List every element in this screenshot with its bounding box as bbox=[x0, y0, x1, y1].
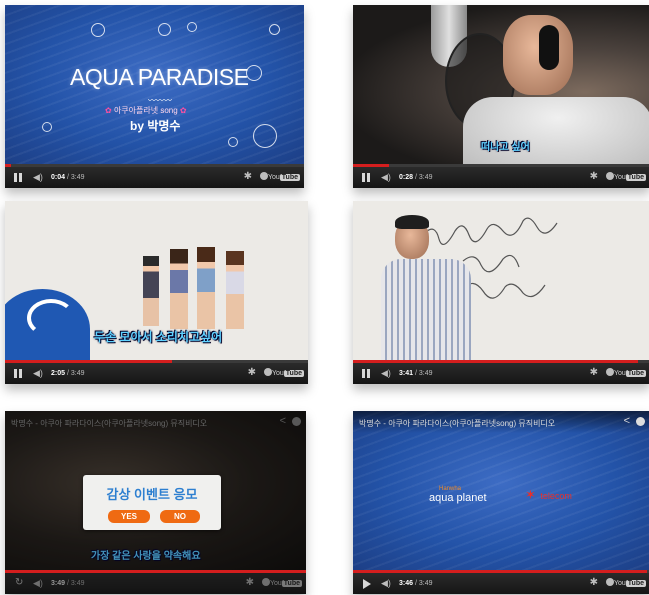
info-icon[interactable] bbox=[606, 368, 614, 376]
replay-icon[interactable]: ↻ bbox=[15, 577, 23, 588]
pause-icon[interactable] bbox=[362, 369, 371, 378]
partner-name: telecom bbox=[540, 491, 572, 501]
bubble bbox=[158, 23, 171, 36]
song-subtitle-text: 아쿠아플라넷 song bbox=[113, 106, 178, 115]
video-panel-1[interactable]: AQUA PARADISE 〰〰〰 ✿ 아쿠아플라넷 song ✿ by 박명수… bbox=[5, 5, 304, 188]
play-icon[interactable] bbox=[363, 579, 371, 589]
dancer bbox=[226, 251, 244, 329]
no-button[interactable]: NO bbox=[160, 510, 200, 523]
gear-icon[interactable]: ✱ bbox=[244, 171, 252, 182]
share-icon[interactable]: < bbox=[624, 415, 630, 427]
dialog-title: 감상 이벤트 응모 bbox=[106, 487, 198, 502]
dancer bbox=[197, 247, 215, 329]
gear-icon[interactable]: ✱ bbox=[248, 367, 256, 378]
singer-hair bbox=[395, 215, 429, 229]
partner-mark-icon: ✶ bbox=[525, 487, 536, 502]
gear-icon[interactable]: ✱ bbox=[246, 577, 254, 588]
volume-icon[interactable]: ◀) bbox=[381, 368, 391, 379]
youtube-logo[interactable]: You Tube bbox=[614, 172, 646, 183]
info-icon[interactable] bbox=[636, 417, 645, 426]
info-icon[interactable] bbox=[260, 172, 268, 180]
info-icon[interactable] bbox=[606, 578, 614, 586]
bubble bbox=[253, 124, 277, 148]
time-display: 3:46 / 3:49 bbox=[399, 580, 433, 587]
video-panel-4[interactable]: ◀) 3:41 / 3:49 ✱ You Tube bbox=[353, 201, 649, 384]
volume-icon[interactable]: ◀) bbox=[381, 172, 391, 183]
video-frame[interactable]: 두손 모아서 소리치고싶어 bbox=[5, 201, 308, 360]
pause-icon[interactable] bbox=[14, 369, 23, 378]
plaid-shirt bbox=[381, 259, 471, 360]
video-title-bar: 박명수 - 아쿠아 파라다이스(아쿠아플라넷song) 뮤직비디오 < bbox=[353, 411, 649, 433]
video-title: 박명수 - 아쿠아 파라다이스(아쿠아플라넷song) 뮤직비디오 bbox=[359, 419, 556, 428]
singer bbox=[503, 15, 573, 95]
video-panel-3[interactable]: 두손 모아서 소리치고싶어 ◀) 2:05 / 3:49 ✱ You Tube bbox=[5, 201, 308, 384]
info-icon[interactable] bbox=[262, 578, 270, 586]
video-panel-5[interactable]: 박명수 - 아쿠아 파라다이스(아쿠아플라넷song) 뮤직비디오 < 감상 이… bbox=[5, 411, 306, 594]
bubble bbox=[91, 23, 105, 37]
video-frame[interactable]: 박명수 - 아쿠아 파라다이스(아쿠아플라넷song) 뮤직비디오 < Hanw… bbox=[353, 411, 649, 570]
shirt bbox=[463, 97, 649, 164]
video-frame[interactable]: 박명수 - 아쿠아 파라다이스(아쿠아플라넷song) 뮤직비디오 < 감상 이… bbox=[5, 411, 306, 570]
bubble bbox=[187, 22, 197, 32]
player-controls: ◀) 2:05 / 3:49 ✱ You Tube bbox=[5, 363, 308, 384]
bubble bbox=[42, 122, 52, 132]
player-controls: ◀) 3:41 / 3:49 ✱ You Tube bbox=[353, 363, 649, 384]
time-display: 2:05 / 3:49 bbox=[51, 370, 85, 377]
youtube-logo[interactable]: You Tube bbox=[614, 578, 646, 589]
lyric-subtitle: 떠나고 싶어 bbox=[481, 142, 530, 153]
gear-icon[interactable]: ✱ bbox=[590, 171, 598, 182]
video-panel-6[interactable]: 박명수 - 아쿠아 파라다이스(아쿠아플라넷song) 뮤직비디오 < Hanw… bbox=[353, 411, 649, 594]
lyric-subtitle: 가장 같은 사랑을 약속해요 bbox=[91, 551, 201, 562]
player-controls: ↻ ◀) 3:49 / 3:49 ✱ You Tube bbox=[5, 573, 306, 594]
bubble bbox=[228, 137, 238, 147]
volume-icon[interactable]: ◀) bbox=[381, 578, 391, 589]
time-display: 3:49 / 3:49 bbox=[51, 580, 85, 587]
pause-icon[interactable] bbox=[14, 173, 23, 182]
time-display: 0:28 / 3:49 bbox=[399, 174, 433, 181]
brand-main: aqua planet bbox=[429, 492, 487, 504]
video-frame[interactable]: AQUA PARADISE 〰〰〰 ✿ 아쿠아플라넷 song ✿ by 박명수 bbox=[5, 5, 304, 164]
bubble bbox=[269, 24, 280, 35]
dancer bbox=[170, 249, 188, 329]
song-subtitle: ✿ 아쿠아플라넷 song ✿ bbox=[105, 106, 187, 115]
headphones bbox=[539, 25, 559, 70]
volume-icon[interactable]: ◀) bbox=[33, 368, 43, 379]
brand-logo: Hanwha aqua planet bbox=[429, 486, 487, 504]
event-dialog[interactable]: 감상 이벤트 응모 YES NO bbox=[83, 475, 221, 530]
youtube-logo[interactable]: You Tube bbox=[272, 368, 304, 379]
volume-icon[interactable]: ◀) bbox=[33, 578, 43, 589]
video-frame[interactable] bbox=[353, 201, 649, 360]
info-icon[interactable] bbox=[264, 368, 272, 376]
lyric-subtitle: 두손 모아서 소리치고싶어 bbox=[94, 330, 223, 344]
youtube-logo[interactable]: You Tube bbox=[270, 578, 302, 589]
pause-icon[interactable] bbox=[362, 173, 371, 182]
player-controls: ◀) 3:46 / 3:49 ✱ You Tube bbox=[353, 573, 649, 594]
time-display: 0:04 / 3:49 bbox=[51, 174, 85, 181]
volume-icon[interactable]: ◀) bbox=[33, 172, 43, 183]
yes-button[interactable]: YES bbox=[108, 510, 150, 523]
time-display: 3:41 / 3:49 bbox=[399, 370, 433, 377]
dancer bbox=[143, 256, 159, 326]
info-icon[interactable] bbox=[606, 172, 614, 180]
video-frame[interactable]: 떠나고 싶어 bbox=[353, 5, 649, 164]
byline: by 박명수 bbox=[130, 119, 181, 133]
player-controls: ◀) 0:04 / 3:49 ✱ You Tube bbox=[5, 167, 304, 188]
youtube-logo[interactable]: You Tube bbox=[268, 172, 300, 183]
gear-icon[interactable]: ✱ bbox=[590, 367, 598, 378]
gear-icon[interactable]: ✱ bbox=[590, 577, 598, 588]
video-title: AQUA PARADISE bbox=[70, 64, 249, 90]
wave-crest bbox=[27, 299, 75, 337]
video-panel-2[interactable]: 떠나고 싶어 ◀) 0:28 / 3:49 ✱ You Tube bbox=[353, 5, 649, 188]
partner-logo: ✶ telecom bbox=[525, 486, 572, 504]
youtube-logo[interactable]: You Tube bbox=[614, 368, 646, 379]
player-controls: ◀) 0:28 / 3:49 ✱ You Tube bbox=[353, 167, 649, 188]
